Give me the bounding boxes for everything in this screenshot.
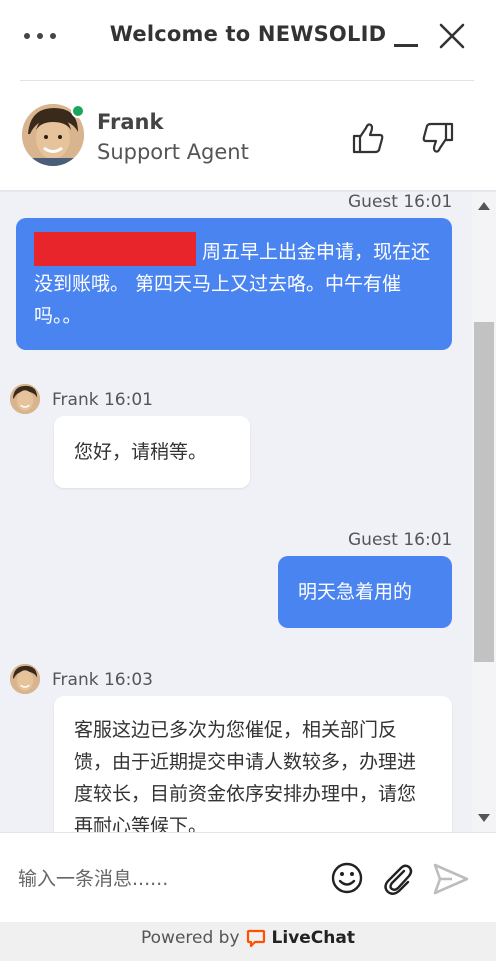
header-divider <box>20 80 474 81</box>
livechat-logo-icon <box>246 929 265 948</box>
scroll-up-arrow[interactable] <box>478 202 490 210</box>
message-input[interactable] <box>18 861 308 897</box>
redacted-block <box>34 232 196 266</box>
guest-message-bubble: 明天急着用的 <box>278 556 452 628</box>
chat-header: Welcome to NEWSOLID Frank Support Agent <box>0 0 496 194</box>
agent-info: Frank Support Agent <box>0 96 496 186</box>
title-bar: Welcome to NEWSOLID <box>0 0 496 78</box>
online-status-indicator <box>71 104 85 118</box>
scroll-down-arrow[interactable] <box>478 814 490 822</box>
agent-message-bubble: 您好，请稍等。 <box>54 416 250 488</box>
message-meta: Frank 16:01 <box>52 390 153 410</box>
message-meta: Guest 16:01 <box>348 192 453 212</box>
paperclip-icon[interactable] <box>380 861 416 897</box>
send-icon[interactable] <box>432 861 470 897</box>
scrollbar[interactable] <box>472 192 496 832</box>
close-icon[interactable] <box>436 20 468 52</box>
agent-mini-avatar <box>10 384 40 414</box>
guest-message-bubble: 周五早上出金申请，现在还没到账哦。 第四天马上又过去咯。中午有催吗。。 <box>16 218 452 350</box>
thumbs-down-icon[interactable] <box>420 120 456 156</box>
message-meta: Guest 16:01 <box>348 530 453 550</box>
emoji-icon[interactable] <box>330 861 364 895</box>
agent-name: Frank <box>97 110 164 134</box>
agent-mini-avatar <box>10 664 40 694</box>
powered-by-footer[interactable]: Powered by LiveChat <box>0 922 496 961</box>
minimize-icon[interactable] <box>390 20 424 54</box>
message-meta: Frank 16:03 <box>52 670 153 690</box>
agent-message-bubble: 客服这边已多次为您催促，相关部门反馈，由于近期提交申请人数较多，办理进度较长，目… <box>54 696 452 832</box>
message-text: 客服这边已多次为您催促，相关部门反馈，由于近期提交申请人数较多，办理进度较长，目… <box>74 719 417 832</box>
agent-role: Support Agent <box>97 140 249 164</box>
livechat-brand: LiveChat <box>271 928 355 948</box>
message-text: 您好，请稍等。 <box>74 441 208 463</box>
thumbs-up-icon[interactable] <box>350 120 386 156</box>
scrollbar-thumb[interactable] <box>474 322 494 662</box>
message-text: 明天急着用的 <box>298 581 413 603</box>
message-composer <box>0 832 496 922</box>
message-list[interactable]: Guest 16:01 周五早上出金申请，现在还没到账哦。 第四天马上又过去咯。… <box>0 192 496 832</box>
powered-by-label: Powered by <box>141 928 240 948</box>
